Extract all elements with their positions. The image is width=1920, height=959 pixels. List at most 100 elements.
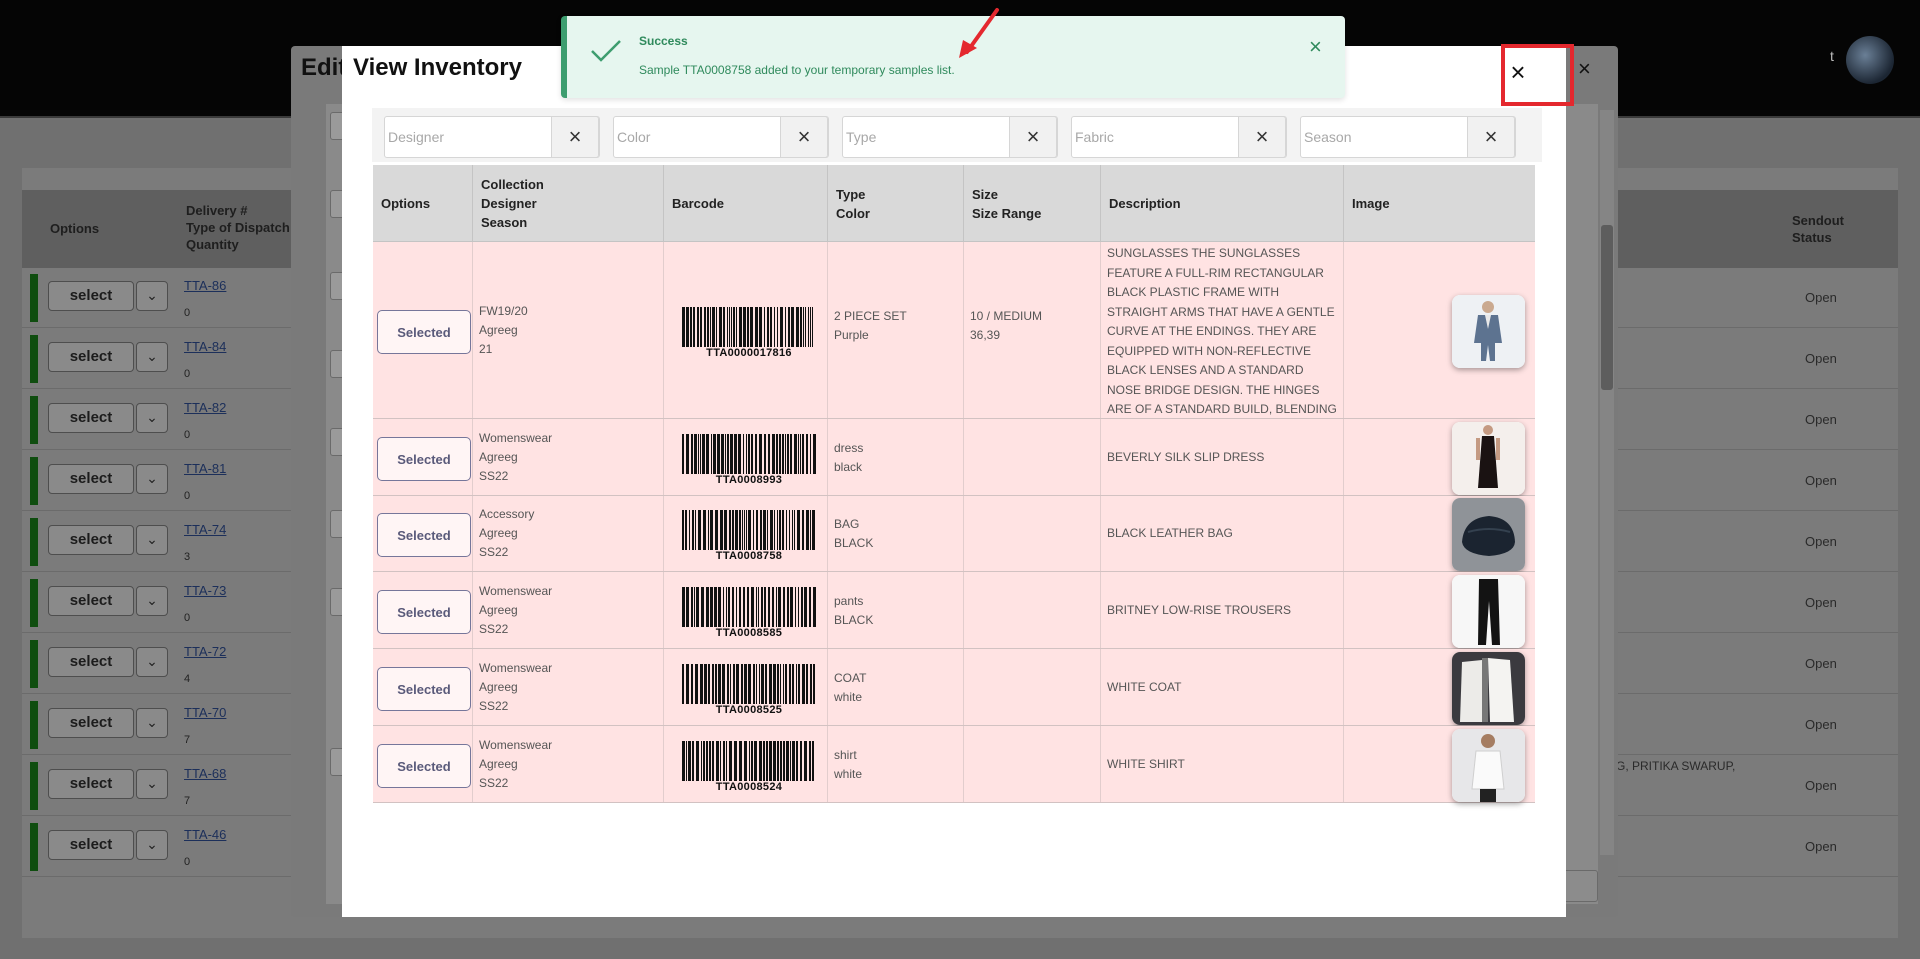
chevron-down-icon[interactable]: ⌄ xyxy=(136,769,168,799)
delivery-link[interactable]: TTA-73 xyxy=(184,583,226,598)
collection-cell: Womenswear Agreeg SS22 xyxy=(473,649,664,725)
delivery-quantity: 7 xyxy=(184,734,191,746)
season-filter: × xyxy=(1300,116,1516,158)
dress-photo-icon[interactable] xyxy=(1452,422,1525,495)
fabric-filter-clear-button[interactable]: × xyxy=(1238,116,1286,158)
chevron-down-icon[interactable]: ⌄ xyxy=(136,647,168,677)
options-cell: Selected xyxy=(373,496,473,571)
chevron-down-icon[interactable]: ⌄ xyxy=(136,525,168,555)
selected-button[interactable]: Selected xyxy=(377,437,471,481)
size-cell xyxy=(964,496,1101,571)
type-cell: 2 PIECE SET Purple xyxy=(828,242,964,418)
delivery-link[interactable]: TTA-84 xyxy=(184,339,226,354)
user-initial: t xyxy=(1830,48,1834,64)
description-value: BRITNEY LOW-RISE TROUSERS xyxy=(1107,603,1292,617)
type-cell: dress black xyxy=(828,419,964,495)
delivery-link[interactable]: TTA-82 xyxy=(184,400,226,415)
delivery-link[interactable]: TTA-72 xyxy=(184,644,226,659)
barcode-value: TTA0008758 xyxy=(715,550,783,562)
delivery-link[interactable]: TTA-46 xyxy=(184,827,226,842)
delivery-link[interactable]: TTA-74 xyxy=(184,522,226,537)
suit-photo-icon[interactable] xyxy=(1452,295,1525,368)
trousers-photo-icon[interactable] xyxy=(1452,575,1525,648)
selected-button[interactable]: Selected xyxy=(377,590,471,634)
row-select-button[interactable]: select xyxy=(48,586,134,616)
season-filter-input[interactable] xyxy=(1301,117,1467,157)
red-arrow-icon xyxy=(959,8,999,58)
season-value: SS22 xyxy=(479,776,509,790)
delivery-quantity: 0 xyxy=(184,368,191,380)
row-status-bar xyxy=(30,762,38,810)
row-select-button[interactable]: select xyxy=(48,281,134,311)
row-status-bar xyxy=(30,579,38,627)
chevron-down-icon[interactable]: ⌄ xyxy=(136,403,168,433)
barcode-cell: TTA0008993 xyxy=(664,419,828,495)
chevron-down-icon[interactable]: ⌄ xyxy=(136,830,168,860)
header-barcode: Barcode xyxy=(664,165,828,242)
header-sendout-status: Sendout Status xyxy=(1792,212,1844,246)
header-delivery-number: Delivery # xyxy=(186,203,248,218)
chevron-down-icon[interactable]: ⌄ xyxy=(136,708,168,738)
header-description: Description xyxy=(1101,165,1344,242)
delivery-link[interactable]: TTA-81 xyxy=(184,461,226,476)
row-select-button[interactable]: select xyxy=(48,342,134,372)
selected-button[interactable]: Selected xyxy=(377,513,471,557)
fabric-filter: × xyxy=(1071,116,1287,158)
designer-filter-input[interactable] xyxy=(385,117,551,157)
delivery-quantity: 0 xyxy=(184,429,191,441)
collection-value: Womenswear xyxy=(479,661,553,675)
season-value: SS22 xyxy=(479,622,509,636)
image-cell xyxy=(1344,572,1535,648)
selected-button[interactable]: Selected xyxy=(377,744,471,788)
color-value: white xyxy=(834,690,863,704)
type-value: dress xyxy=(834,441,864,455)
chevron-down-icon[interactable]: ⌄ xyxy=(136,586,168,616)
type-filter-clear-button[interactable]: × xyxy=(1009,116,1057,158)
fabric-filter-input[interactable] xyxy=(1072,117,1238,157)
barcode-graphic: TTA0008993 xyxy=(680,434,818,486)
season-filter-clear-button[interactable]: × xyxy=(1467,116,1515,158)
row-select-button[interactable]: select xyxy=(48,708,134,738)
sendout-status: Open xyxy=(1805,839,1837,854)
row-status-bar xyxy=(30,640,38,688)
header-description-label: Description xyxy=(1109,196,1181,211)
row-select-button[interactable]: select xyxy=(48,830,134,860)
toast-close-button[interactable]: × xyxy=(1309,34,1322,60)
type-filter-input[interactable] xyxy=(843,117,1009,157)
selected-button[interactable]: Selected xyxy=(377,310,471,354)
color-filter-input[interactable] xyxy=(614,117,780,157)
edit-scrollbar[interactable] xyxy=(1600,110,1614,855)
row-select-button[interactable]: select xyxy=(48,464,134,494)
delivery-link[interactable]: TTA-68 xyxy=(184,766,226,781)
image-cell xyxy=(1344,242,1535,418)
edit-scrollbar-thumb[interactable] xyxy=(1601,225,1613,390)
designer-filter-clear-button[interactable]: × xyxy=(551,116,599,158)
collection-cell: Womenswear Agreeg SS22 xyxy=(473,726,664,802)
row-select-button[interactable]: select xyxy=(48,403,134,433)
delivery-link[interactable]: TTA-86 xyxy=(184,278,226,293)
row-status-bar xyxy=(30,396,38,444)
type-value: 2 PIECE SET xyxy=(834,309,907,323)
chevron-down-icon[interactable]: ⌄ xyxy=(136,464,168,494)
season-value: 21 xyxy=(479,342,493,356)
edit-modal-close-button[interactable]: × xyxy=(1578,56,1591,82)
row-select-button[interactable]: select xyxy=(48,769,134,799)
chevron-down-icon[interactable]: ⌄ xyxy=(136,281,168,311)
coat-photo-icon[interactable] xyxy=(1452,652,1525,725)
user-avatar[interactable] xyxy=(1846,36,1894,84)
delivery-link[interactable]: TTA-70 xyxy=(184,705,226,720)
row-select-button[interactable]: select xyxy=(48,525,134,555)
close-highlight-box xyxy=(1501,44,1574,106)
type-cell: COAT white xyxy=(828,649,964,725)
row-select-button[interactable]: select xyxy=(48,647,134,677)
selected-button[interactable]: Selected xyxy=(377,667,471,711)
shirt-photo-icon[interactable] xyxy=(1452,729,1525,802)
chevron-down-icon[interactable]: ⌄ xyxy=(136,342,168,372)
color-value: white xyxy=(834,767,863,781)
description-cell: BRITNEY LOW-RISE TROUSERS xyxy=(1101,572,1344,648)
bag-photo-icon[interactable] xyxy=(1452,498,1525,571)
sendout-status: Open xyxy=(1805,412,1837,427)
inventory-row: Selected FW19/20 Agreeg 21 TTA0000017816 2 PI… xyxy=(373,242,1535,455)
color-filter-clear-button[interactable]: × xyxy=(780,116,828,158)
sendout-status: Open xyxy=(1805,534,1837,549)
